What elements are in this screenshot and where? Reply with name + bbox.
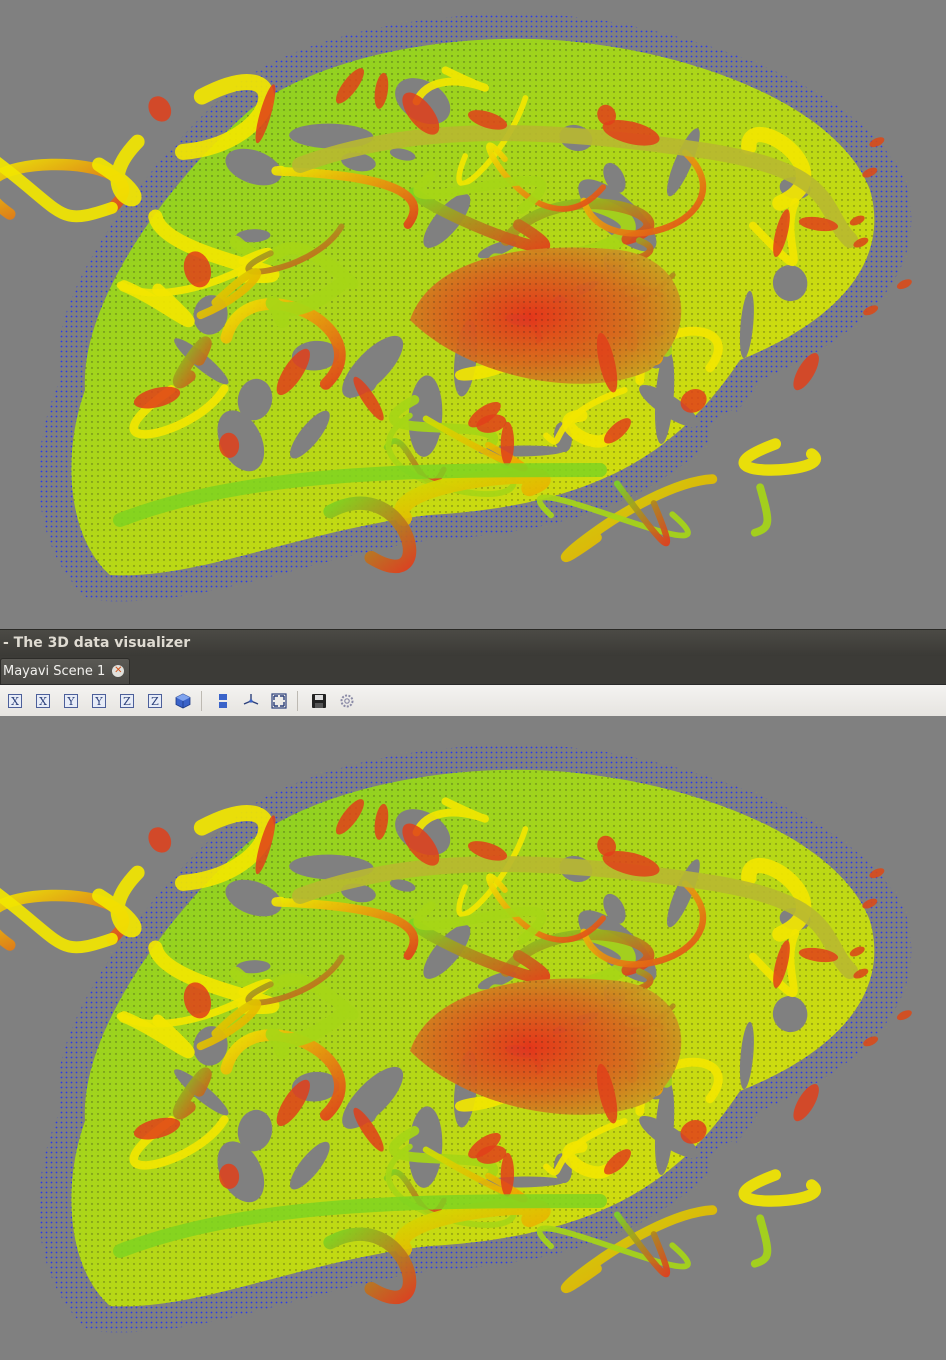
scene-viewport-top[interactable] bbox=[0, 0, 946, 629]
toolbar-separator bbox=[201, 691, 202, 711]
scene-viewport-bottom[interactable] bbox=[0, 716, 946, 1360]
axes-indicator-button[interactable] bbox=[242, 692, 260, 710]
x-glyph: X bbox=[39, 694, 47, 708]
tab-label: Mayavi Scene 1 bbox=[3, 664, 106, 679]
view-plus-z-button[interactable]: Z bbox=[146, 692, 164, 710]
isometric-view-button[interactable] bbox=[174, 692, 192, 710]
z-axis-view-icon: Z bbox=[148, 694, 162, 708]
configure-scene-button[interactable] bbox=[338, 692, 356, 710]
view-plus-y-button[interactable]: Y bbox=[90, 692, 108, 710]
parallel-projection-button[interactable] bbox=[214, 692, 232, 710]
projection-icon bbox=[219, 694, 227, 708]
tab-bar: Mayavi Scene 1 ✕ bbox=[0, 656, 946, 685]
scene-toolbar: X X Y Y Z Z bbox=[0, 685, 946, 717]
view-plus-x-button[interactable]: X bbox=[34, 692, 52, 710]
view-minus-x-button[interactable]: X bbox=[6, 692, 24, 710]
x-axis-view-icon: X bbox=[8, 694, 22, 708]
z-glyph: Z bbox=[151, 694, 159, 708]
y-glyph: Y bbox=[67, 694, 75, 708]
z-axis-view-icon: Z bbox=[120, 694, 134, 708]
view-minus-z-button[interactable]: Z bbox=[118, 692, 136, 710]
save-icon bbox=[312, 694, 326, 708]
tab-mayavi-scene-1[interactable]: Mayavi Scene 1 ✕ bbox=[0, 658, 131, 684]
fullscreen-icon bbox=[271, 693, 287, 709]
brain-render-top[interactable] bbox=[0, 0, 946, 629]
z-glyph: Z bbox=[123, 694, 131, 708]
cube-icon bbox=[175, 693, 191, 709]
toolbar-separator bbox=[297, 691, 298, 711]
brain-render-bottom[interactable] bbox=[0, 716, 946, 1360]
y-axis-view-icon: Y bbox=[92, 694, 106, 708]
y-glyph: Y bbox=[95, 694, 103, 708]
view-minus-y-button[interactable]: Y bbox=[62, 692, 80, 710]
save-scene-button[interactable] bbox=[310, 692, 328, 710]
x-axis-view-icon: X bbox=[36, 694, 50, 708]
gear-icon bbox=[340, 694, 354, 708]
x-glyph: X bbox=[11, 694, 19, 708]
window-title: - The 3D data visualizer bbox=[3, 635, 191, 651]
full-screen-button[interactable] bbox=[270, 692, 288, 710]
close-icon[interactable]: ✕ bbox=[112, 665, 125, 677]
axes-icon bbox=[243, 694, 259, 705]
window-title-bar: - The 3D data visualizer bbox=[0, 629, 946, 656]
y-axis-view-icon: Y bbox=[64, 694, 78, 708]
